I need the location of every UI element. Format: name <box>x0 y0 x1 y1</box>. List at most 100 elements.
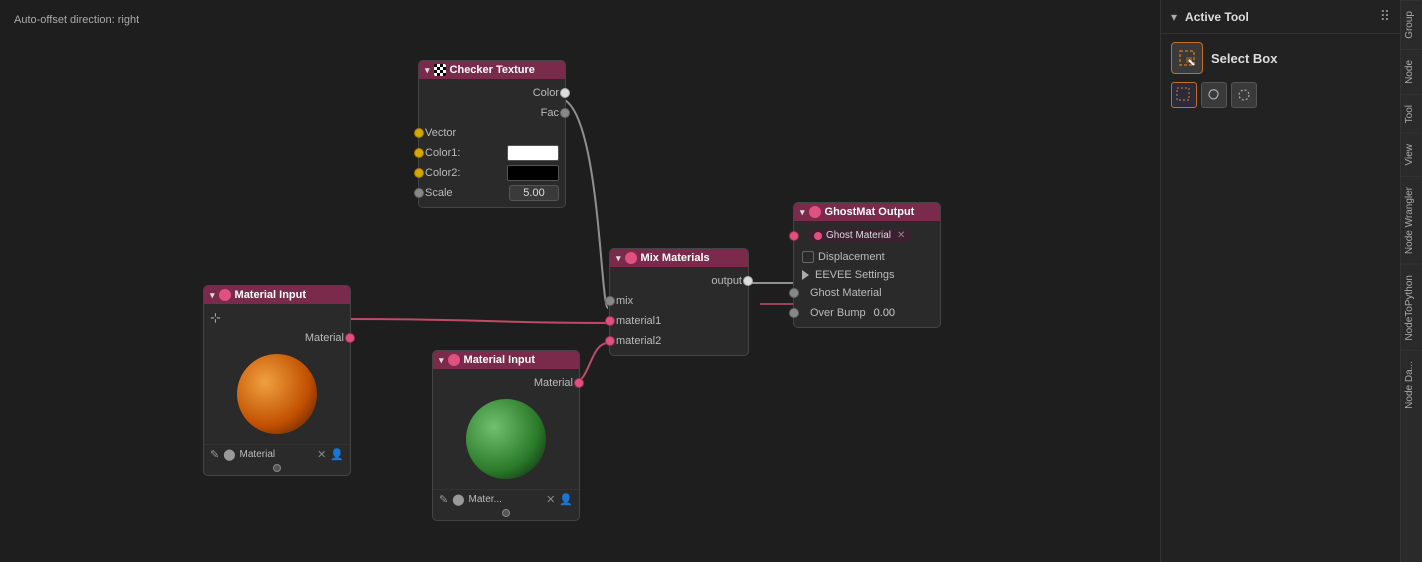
checker-texture-header[interactable]: ▾ Checker Texture <box>419 61 565 79</box>
material-input-2-icon <box>448 354 460 366</box>
mix-mix-socket[interactable] <box>605 296 615 306</box>
collapse-arrow-1[interactable]: ▾ <box>210 290 215 301</box>
mix-output-label: output <box>616 275 742 287</box>
material-input-1-header[interactable]: ▾ Material Input <box>204 286 350 304</box>
mix-mat1-socket[interactable] <box>605 316 615 326</box>
active-tool-chevron[interactable]: ▾ <box>1171 10 1177 24</box>
tab-tool[interactable]: Tool <box>1401 94 1422 133</box>
ghostmat-input-socket[interactable] <box>789 231 799 241</box>
collapse-arrow[interactable]: ▾ <box>425 65 430 76</box>
eevee-row[interactable]: EEVEE Settings <box>794 267 940 283</box>
material-2-out-label: Material <box>439 377 573 389</box>
socket-color1-in[interactable] <box>414 148 424 158</box>
tab-node[interactable]: Node <box>1401 49 1422 94</box>
socket-color-row: Color <box>419 83 565 103</box>
sphere-green <box>466 399 546 479</box>
tag-close[interactable]: ✕ <box>897 230 905 241</box>
tab-node-dat[interactable]: Node Da... <box>1401 350 1422 419</box>
material-input-1-title: Material Input <box>235 289 307 301</box>
bottom-dot-1 <box>273 464 281 472</box>
checker-texture-node[interactable]: ▾ Checker Texture Color Fac Vector Color… <box>418 60 566 208</box>
ghostmat-header[interactable]: ▾ GhostMat Output <box>794 203 940 221</box>
socket-scale-in[interactable] <box>414 188 424 198</box>
checker-texture-body: Color Fac Vector Color1: Color2: <box>419 79 565 207</box>
edit-icon-2[interactable]: ✎ <box>439 493 448 506</box>
edit-icon-1[interactable]: ✎ <box>210 448 219 461</box>
sphere-icon-1: ⬤ <box>223 448 235 461</box>
socket-vector-row: Vector <box>419 123 565 143</box>
tab-view[interactable]: View <box>1401 133 1422 176</box>
socket-fac-out[interactable] <box>560 108 570 118</box>
material-input-2-body: Material <box>433 369 579 489</box>
color2-swatch[interactable] <box>507 165 559 181</box>
mix-mat2-row: material2 <box>610 331 748 351</box>
ghost-material-label: Ghost Material <box>810 287 882 299</box>
active-tool-title: Active Tool <box>1185 10 1372 24</box>
mix-materials-icon <box>625 252 637 264</box>
displacement-checkbox[interactable] <box>802 251 814 263</box>
material-2-close[interactable]: ✕ <box>546 493 555 506</box>
socket-color2-in[interactable] <box>414 168 424 178</box>
box-select-tool[interactable] <box>1171 82 1197 108</box>
select-box-icon-box[interactable] <box>1171 42 1203 74</box>
tab-group[interactable]: Group <box>1401 0 1422 49</box>
displacement-row: Displacement <box>794 247 940 267</box>
lasso-select-tool[interactable] <box>1201 82 1227 108</box>
box-select-icon <box>1176 87 1192 103</box>
panel-menu-dots[interactable]: ⠿ <box>1380 8 1390 25</box>
mix-mix-row: mix <box>610 291 748 311</box>
socket-vector-label: Vector <box>425 127 559 139</box>
ghostmat-output-node[interactable]: ▾ GhostMat Output Ghost Material ✕ Displ… <box>793 202 941 328</box>
material-1-close[interactable]: ✕ <box>317 448 326 461</box>
collapse-arrow-4[interactable]: ▾ <box>800 207 805 218</box>
auto-offset-hint: Auto-offset direction: right <box>14 14 139 26</box>
material-input-1-icon <box>219 289 231 301</box>
over-bump-value[interactable]: 0.00 <box>874 307 914 319</box>
material-1-socket-out[interactable] <box>345 333 355 343</box>
socket-color-label: Color <box>425 87 559 99</box>
socket-fac-label: Fac <box>425 107 559 119</box>
over-bump-row: Over Bump 0.00 <box>794 303 940 323</box>
material-1-bottom <box>204 464 350 475</box>
material-input-node-2[interactable]: ▾ Material Input Material ✎ ⬤ Mater... ✕… <box>432 350 580 521</box>
tag-dot <box>814 232 822 240</box>
eevee-toggle[interactable] <box>802 270 809 280</box>
mix-materials-header[interactable]: ▾ Mix Materials <box>610 249 748 267</box>
mix-materials-node[interactable]: ▾ Mix Materials output mix material1 mat… <box>609 248 749 356</box>
socket-color-out[interactable] <box>560 88 570 98</box>
mix-output-socket[interactable] <box>743 276 753 286</box>
ghost-tag-row: Ghost Material ✕ <box>794 225 940 247</box>
over-bump-socket[interactable] <box>789 308 799 318</box>
ghost-mat-socket[interactable] <box>789 288 799 298</box>
material-1-out-row: Material <box>204 328 350 348</box>
material-2-user: 👤 <box>559 493 573 506</box>
material-1-footer: ✎ ⬤ Material ✕ 👤 <box>204 444 350 464</box>
select-box-svg-icon <box>1178 49 1196 67</box>
mix-mat2-socket[interactable] <box>605 336 615 346</box>
tool-icons-row <box>1171 82 1390 108</box>
side-tabs: Group Node Tool View Node Wrangler NodeT… <box>1400 0 1422 562</box>
material-2-socket-out[interactable] <box>574 378 584 388</box>
socket-vector-in[interactable] <box>414 128 424 138</box>
ghost-material-tag[interactable]: Ghost Material ✕ <box>808 229 911 242</box>
ghost-material-tag-label: Ghost Material <box>826 230 891 241</box>
color1-swatch[interactable] <box>507 145 559 161</box>
material-input-2-header[interactable]: ▾ Material Input <box>433 351 579 369</box>
over-bump-label: Over Bump <box>810 307 866 319</box>
material-input-node-1[interactable]: ▾ Material Input ⊹ Material ✎ ⬤ Material… <box>203 285 351 476</box>
mix-mat2-label: material2 <box>616 335 742 347</box>
sphere-icon-2: ⬤ <box>452 493 464 506</box>
checker-texture-icon <box>434 64 446 76</box>
tab-node-to-python[interactable]: NodeToPython <box>1401 264 1422 351</box>
collapse-arrow-2[interactable]: ▾ <box>439 355 444 366</box>
tab-node-wrangler[interactable]: Node Wrangler <box>1401 176 1422 264</box>
material-1-preview <box>204 348 350 440</box>
ghostmat-body: Ghost Material ✕ Displacement EEVEE Sett… <box>794 221 940 327</box>
scale-value[interactable]: 5.00 <box>509 185 559 201</box>
socket-scale-label: Scale <box>425 187 505 199</box>
active-tool-section: Select Box <box>1161 34 1400 116</box>
collapse-arrow-3[interactable]: ▾ <box>616 253 621 264</box>
circle-select-tool[interactable] <box>1231 82 1257 108</box>
mix-mat1-row: material1 <box>610 311 748 331</box>
material-1-out-label: Material <box>210 332 344 344</box>
